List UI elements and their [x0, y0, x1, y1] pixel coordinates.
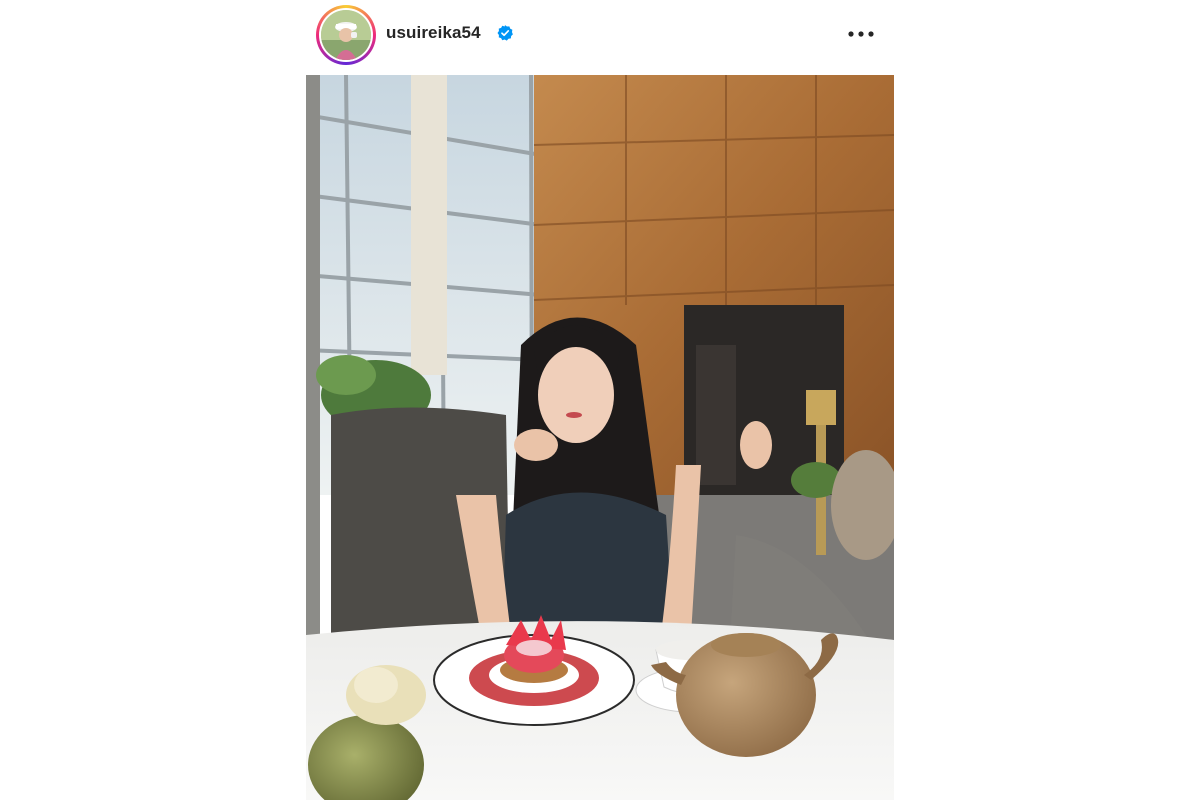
photo-image [306, 75, 894, 800]
avatar-image [321, 10, 371, 60]
username[interactable]: usuireika54 [386, 23, 481, 43]
verified-badge-icon [496, 24, 514, 42]
avatar-border [319, 8, 373, 62]
profile-avatar[interactable] [321, 10, 371, 60]
story-ring[interactable] [316, 5, 376, 65]
post-header: usuireika54 [306, 0, 894, 75]
post-photo[interactable] [306, 75, 894, 800]
more-options-icon[interactable] [846, 22, 876, 46]
